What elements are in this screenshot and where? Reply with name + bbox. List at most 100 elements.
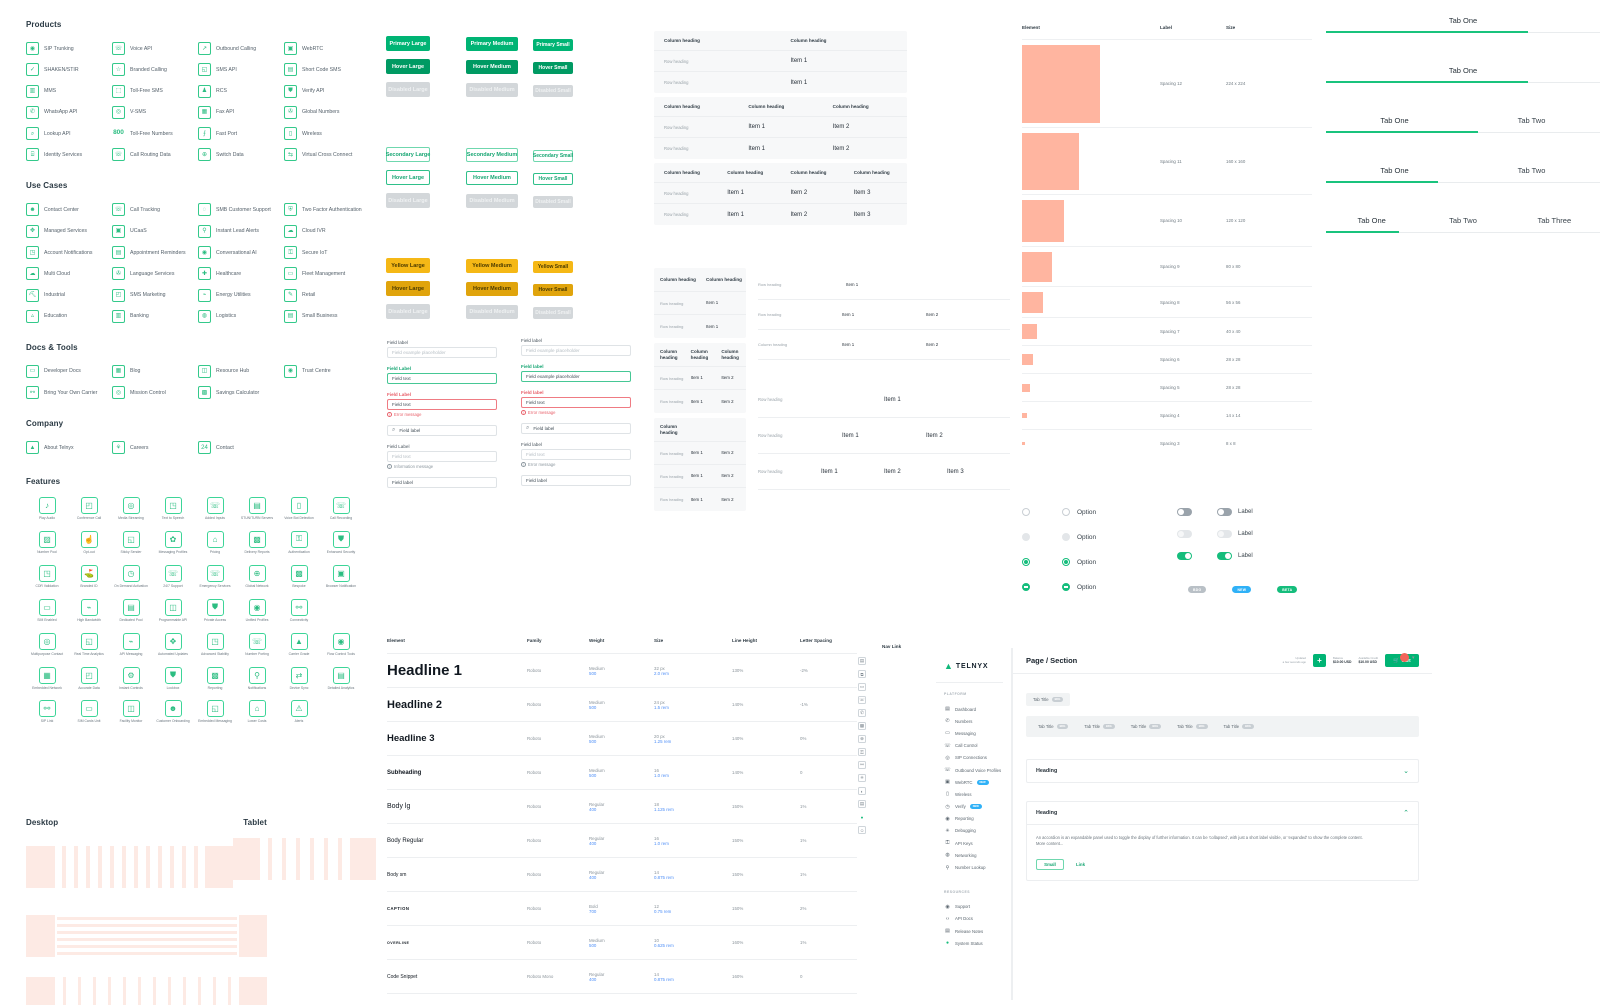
bug-icon[interactable]: ✳ [858,774,866,782]
feature-item[interactable]: ♪ Play Audio [27,497,67,521]
tab-tab-two[interactable]: Tab Two [1463,166,1600,182]
globe-icon[interactable]: ⊕ [858,735,866,743]
nav-item-language-services[interactable]: ✇ Language Services [112,267,198,281]
feature-item[interactable]: ◰ Accurate Data [69,666,109,691]
nav-item-ucaas[interactable]: ▣ UCaaS [112,224,198,238]
button-yellow-medium[interactable]: Yellow Medium [466,259,518,273]
feature-item[interactable]: ▤ Detailed Analytics [321,666,361,691]
nav-item-secure-iot[interactable]: ⚿ Secure IoT [284,246,370,260]
feature-item[interactable]: ⛊ Private Access [195,598,235,623]
text-input[interactable]: Field text [387,399,497,410]
nav-item-smb-customer-support[interactable]: ◌ SMB Customer Support [198,203,284,217]
nav-item-about-telnyx[interactable]: ▲ About Telnyx [26,441,112,455]
feature-item[interactable]: ⛊ Enhanced Security [321,530,361,555]
nav-item-fast-port[interactable]: ⨍ Fast Port [198,127,284,141]
nav-item-voice-api[interactable]: ☏ Voice API [112,42,198,55]
nav-item-appointment-reminders[interactable]: ▤ Appointment Reminders [112,246,198,260]
nav-item-verify-api[interactable]: ⛊ Verify API [284,84,370,98]
text-input[interactable]: Field example placeholder [521,345,631,356]
radio-off[interactable] [1062,508,1070,516]
text-input[interactable]: Field text [521,449,631,460]
nav-item-energy-utilities[interactable]: ⌁ Energy Utilities [198,288,284,302]
text-input[interactable]: Field text [387,451,497,462]
text-input[interactable]: Field example placeholder [521,371,631,382]
nav-item-whatsapp-api[interactable]: ✆ WhatsApp API [26,105,112,119]
nav-item-identity-services[interactable]: ⌸ Identity Services [26,148,112,162]
radio-minus[interactable] [1022,583,1030,591]
button-hover-small[interactable]: Hover Small [533,283,573,296]
tab-strip-item[interactable]: Tab Title BDG [1224,724,1254,729]
feature-item[interactable]: ⚿ Authentication [279,530,319,555]
text-input[interactable]: Field text [521,397,631,408]
feature-item[interactable]: ⛊ Lockbox [153,666,193,691]
feature-item[interactable]: ◳ Text to Speech [153,497,193,521]
text-input[interactable]: Field text [387,373,497,384]
nav-item-call-routing-data[interactable]: ☏ Call Routing Data [112,148,198,162]
feature-item[interactable]: ▣ Browser Notification [321,564,361,589]
sidebar-item-api-docs[interactable]: ‹› API Docs [936,913,1003,925]
link-icon[interactable]: ⚯ [858,761,866,769]
tab-tab-three[interactable]: Tab Three [1509,216,1600,232]
toggle-option[interactable]: Label [1217,552,1287,560]
chart-icon[interactable]: ▩ [858,722,866,730]
nav-item-managed-services[interactable]: ✥ Managed Services [26,224,112,238]
tab-tab-one[interactable]: Tab One [1326,66,1600,82]
sidebar-item-reporting[interactable]: ◉ Reporting [936,813,1003,825]
tab-tab-two[interactable]: Tab Two [1417,216,1508,232]
nav-item-rcs[interactable]: ♟ RCS [198,84,284,98]
nav-item-trust-centre[interactable]: ◉ Trust Centre [284,364,370,378]
button-hover-small[interactable]: Hover Small [533,61,573,74]
accordion-small-button[interactable]: Small [1036,858,1064,870]
feature-item[interactable]: ☏ Call Recording [321,497,361,521]
nav-item-banking[interactable]: ▥ Banking [112,309,198,323]
radio-option[interactable]: Option [1062,583,1177,591]
user-avatar-menu[interactable]: ▾ [1400,653,1415,662]
toggle-option[interactable]: Label [1217,508,1287,516]
nav-item-two-factor-authentication[interactable]: ⛨ Two Factor Authentication [284,203,370,217]
button-hover-small[interactable]: Hover Small [533,172,573,185]
nav-item-outbound-calling[interactable]: ↗ Outbound Calling [198,42,284,55]
feature-item[interactable]: ⚠ Alerts [279,700,319,724]
radio-off[interactable] [1022,508,1030,516]
nav-item-short-code-sms[interactable]: ▤ Short Code SMS [284,63,370,77]
feature-item[interactable]: ▨ Number Pool [27,530,67,555]
feature-item[interactable]: ⌁ API Messaging [111,632,151,657]
feature-item[interactable]: ◉ Unified Profiles [237,598,277,623]
copy-icon[interactable]: ⧉ [858,670,866,678]
nav-item-sms-api[interactable]: ◱ SMS API [198,63,284,77]
toggle-dis[interactable] [1177,530,1192,538]
toggle-off[interactable] [1177,508,1192,516]
toggle-dis[interactable] [1217,530,1232,538]
button-yellow-small[interactable]: Yellow Small [533,260,573,273]
feature-item[interactable]: ⌂ Lower Costs [237,700,277,724]
button-primary-small[interactable]: Primary Small [533,38,573,51]
nav-item-healthcare[interactable]: ✚ Healthcare [198,267,284,281]
feature-item[interactable]: ◫ Facility Monitor [111,700,151,724]
tab-strip-item[interactable]: Tab Title BDG [1084,724,1115,729]
feature-item[interactable]: ◎ Multipurpose Contact [27,632,67,657]
nav-item-switch-data[interactable]: ⊕ Switch Data [198,148,284,162]
toggle-on[interactable] [1217,552,1232,560]
feature-item[interactable]: ⇄ Device Sync [279,666,319,691]
nav-item-blog[interactable]: ▦ Blog [112,364,198,378]
sidebar-item-numbers[interactable]: ✆ Numbers [936,715,1003,727]
feature-item[interactable]: ▲ Carrier Grade [279,632,319,657]
button-secondary-small[interactable]: Secondary Small [533,149,573,162]
tab-tab-one[interactable]: Tab One [1326,166,1463,182]
feature-item[interactable]: ⛳ Branded ID [69,564,109,589]
sidebar-item-dashboard[interactable]: ▤ Dashboard [936,703,1003,715]
feature-item[interactable]: ◱ Sticky Sender [111,530,151,555]
feature-item[interactable]: ◳ CDR Validation [27,564,67,589]
key-icon[interactable]: ⚿ [858,748,866,756]
nav-item-small-business[interactable]: ▤ Small Business [284,309,370,323]
feature-item[interactable]: ◎ Media Streaming [111,497,151,521]
text-input[interactable]: Field example placeholder [387,347,497,358]
nav-item-sip-trunking[interactable]: ◉ SIP Trunking [26,42,112,55]
button-hover-medium[interactable]: Hover Medium [466,60,518,74]
feature-item[interactable]: ☏ Number Porting [237,632,277,657]
feature-item[interactable]: ⌁ High Bandwidth [69,598,109,623]
tab-strip-item[interactable]: Tab Title BDG [1177,724,1208,729]
button-hover-large[interactable]: Hover Large [386,281,430,297]
feature-item[interactable]: ◫ Programmable API [153,598,193,623]
feature-item[interactable]: ⚯ Connectivity [279,598,319,623]
